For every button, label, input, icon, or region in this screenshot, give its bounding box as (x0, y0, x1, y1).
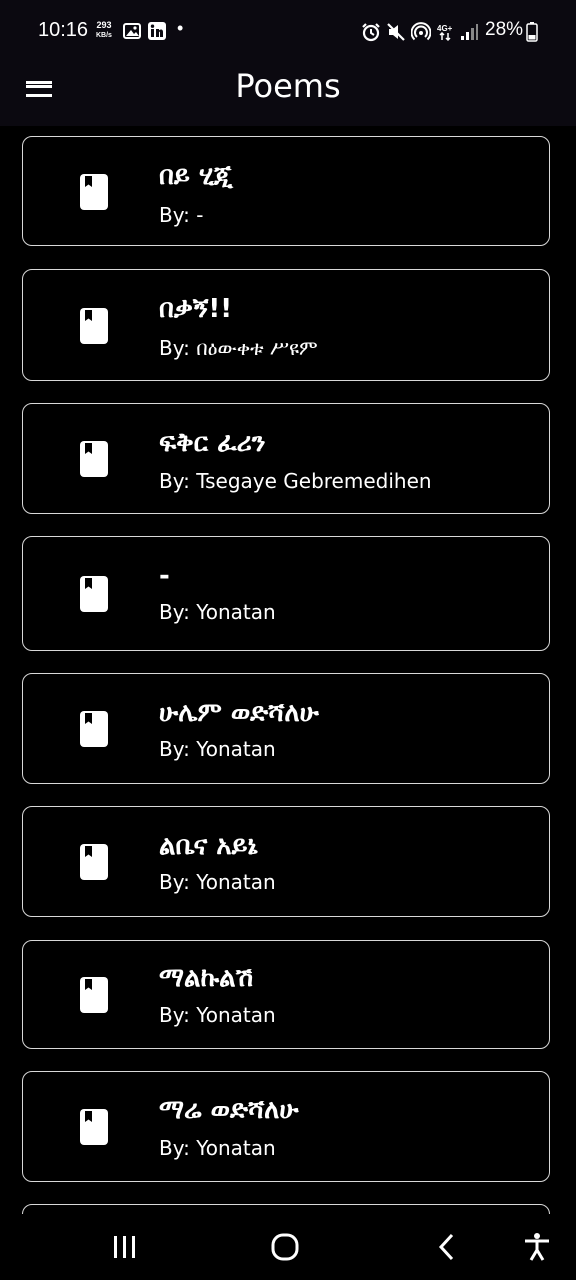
book-icon (80, 308, 108, 344)
poem-title: በይ ሂጂ (159, 161, 233, 191)
poem-title: ሁሌም ወድሻለሁ (159, 698, 319, 728)
poem-title: በቃኝ!! (159, 294, 233, 324)
network-speed-value: 293 (96, 20, 112, 30)
notification-dot: • (177, 18, 184, 38)
poem-card[interactable]: ማሬ ወድሻለሁ By: Yonatan (22, 1071, 550, 1182)
book-icon (80, 844, 108, 880)
accessibility-icon[interactable] (522, 1232, 552, 1262)
battery-icon (526, 22, 538, 42)
book-icon (80, 977, 108, 1013)
poem-author: By: Tsegaye Gebremedihen (159, 469, 432, 493)
linkedin-icon (148, 22, 166, 40)
poem-author: By: Yonatan (159, 737, 276, 761)
signal-icon (461, 24, 478, 40)
home-icon[interactable] (270, 1232, 300, 1262)
book-icon (80, 711, 108, 747)
poem-author: By: Yonatan (159, 1136, 276, 1160)
battery-percent: 28% (485, 19, 524, 40)
poem-title: - (159, 561, 170, 591)
book-icon (80, 441, 108, 477)
poem-title: ማልኩልሽ (159, 963, 254, 993)
poem-author: By: - (159, 203, 204, 227)
alarm-icon (362, 23, 380, 42)
book-icon (80, 174, 108, 210)
hotspot-icon (411, 22, 431, 41)
poem-card[interactable]: ሁሌም ወድሻለሁ By: Yonatan (22, 673, 550, 784)
poem-list[interactable]: በይ ሂጂ By: - በቃኝ!! By: በዕውቀቱ ሥዩም ፍቅር ፈሪን … (0, 126, 576, 1214)
4g-plus-icon: 4G+ (437, 24, 453, 42)
book-icon (80, 1109, 108, 1145)
app-bar: Poems (0, 62, 576, 126)
poem-card[interactable]: በይ ሂጂ By: - (22, 136, 550, 246)
poem-author: By: Yonatan (159, 1003, 276, 1027)
mute-icon (387, 23, 405, 41)
poem-card[interactable]: ማልኩልሽ By: Yonatan (22, 940, 550, 1049)
poem-title: ልቤና አይኔ (159, 831, 258, 861)
network-speed: 293 KB/s (96, 21, 112, 40)
poem-card[interactable] (22, 1204, 550, 1214)
poem-card[interactable]: በቃኝ!! By: በዕውቀቱ ሥዩም (22, 269, 550, 381)
poem-card[interactable]: - By: Yonatan (22, 536, 550, 651)
poem-author: By: በዕውቀቱ ሥዩም (159, 336, 318, 360)
poem-title: ፍቅር ፈሪን (159, 428, 266, 458)
poem-title: ማሬ ወድሻለሁ (159, 1095, 299, 1125)
gallery-icon (123, 23, 141, 39)
poem-card[interactable]: ልቤና አይኔ By: Yonatan (22, 806, 550, 917)
book-icon (80, 576, 108, 612)
poem-card[interactable]: ፍቅር ፈሪን By: Tsegaye Gebremedihen (22, 403, 550, 514)
page-title: Poems (235, 67, 341, 105)
status-bar: 10:16 293 KB/s • 4G+ 28% (0, 0, 576, 62)
status-time: 10:16 (38, 19, 89, 41)
poem-author: By: Yonatan (159, 870, 276, 894)
network-speed-unit: KB/s (96, 32, 112, 39)
navigation-bar (0, 1214, 576, 1280)
recent-apps-icon[interactable] (110, 1232, 140, 1262)
back-icon[interactable] (432, 1232, 462, 1262)
svg-text:4G+: 4G+ (437, 24, 453, 33)
poem-author: By: Yonatan (159, 600, 276, 624)
